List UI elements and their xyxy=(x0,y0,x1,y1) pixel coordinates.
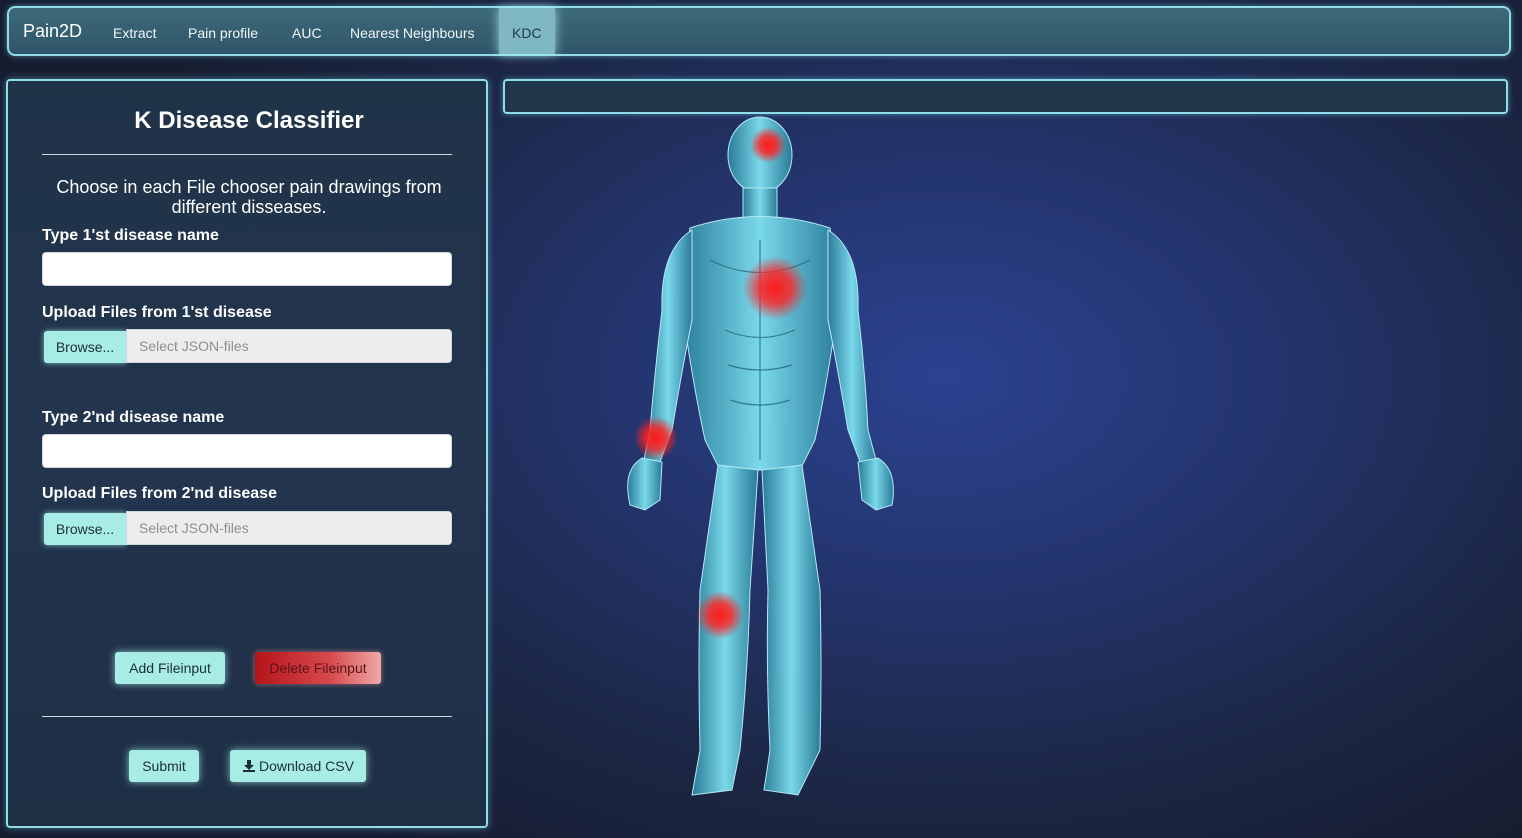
disease1-upload-label: Upload Files from 1'st disease xyxy=(42,304,272,321)
result-output-bar xyxy=(503,79,1508,114)
add-fileinput-button[interactable]: Add Fileinput xyxy=(115,652,225,684)
download-icon xyxy=(242,752,256,784)
disease1-name-label: Type 1'st disease name xyxy=(42,227,219,244)
disease1-browse-button[interactable]: Browse... xyxy=(44,331,126,363)
disease2-file-field[interactable]: Select JSON-files xyxy=(126,511,452,545)
divider-top xyxy=(42,154,452,155)
brand-logo[interactable]: Pain2D xyxy=(23,21,82,42)
nav-extract[interactable]: Extract xyxy=(113,8,157,54)
download-csv-label: Download CSV xyxy=(259,758,354,774)
delete-fileinput-button[interactable]: Delete Fileinput xyxy=(255,652,381,684)
pain-marker-head xyxy=(750,127,786,163)
disease2-name-input[interactable] xyxy=(42,434,452,468)
pain-marker-chest xyxy=(743,256,807,320)
disease1-file-field[interactable]: Select JSON-files xyxy=(126,329,452,363)
disease1-name-input[interactable] xyxy=(42,252,452,286)
human-body-figure xyxy=(627,116,894,796)
top-navbar: Pain2D Extract Pain profile AUC Nearest … xyxy=(7,6,1511,56)
disease2-upload-label: Upload Files from 2'nd disease xyxy=(42,485,277,502)
panel-description: Choose in each File chooser pain drawing… xyxy=(56,177,442,217)
nav-pain-profile[interactable]: Pain profile xyxy=(188,8,258,54)
download-csv-button[interactable]: Download CSV xyxy=(230,750,366,782)
disease1-file-input: Browse... Select JSON-files xyxy=(42,329,452,363)
disease2-browse-button[interactable]: Browse... xyxy=(44,513,126,545)
disease2-name-label: Type 2'nd disease name xyxy=(42,409,225,426)
divider-bottom xyxy=(42,716,452,717)
panel-title: K Disease Classifier xyxy=(134,107,364,134)
pain-marker-wrist xyxy=(634,416,678,460)
disease2-file-input: Browse... Select JSON-files xyxy=(42,511,452,545)
nav-kdc[interactable]: KDC xyxy=(499,8,555,54)
pain-marker-knee xyxy=(696,591,744,639)
kdc-panel: K Disease Classifier Choose in each File… xyxy=(6,79,488,828)
nav-nearest-neighbours[interactable]: Nearest Neighbours xyxy=(350,8,475,54)
submit-button[interactable]: Submit xyxy=(129,750,199,782)
nav-auc[interactable]: AUC xyxy=(292,8,322,54)
